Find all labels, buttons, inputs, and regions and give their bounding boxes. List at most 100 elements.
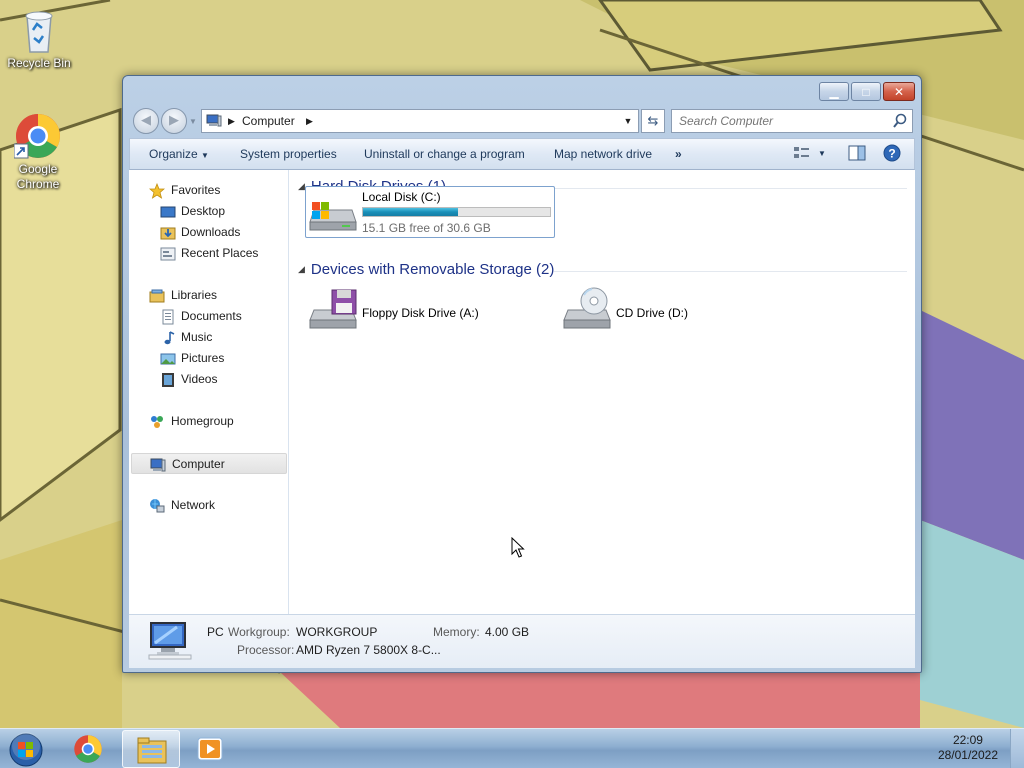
disk-usage-fill: [363, 208, 459, 216]
forward-arrow-icon: ▶: [169, 112, 179, 127]
close-button[interactable]: ✕: [883, 82, 915, 101]
nav-label: Videos: [181, 372, 218, 386]
collapse-arrow-icon[interactable]: ◢: [298, 181, 305, 191]
organize-button[interactable]: Organize ▼: [149, 147, 209, 161]
collapse-arrow-icon[interactable]: ◢: [298, 264, 305, 274]
refresh-button[interactable]: ⇆: [641, 109, 665, 133]
breadcrumb-arrow-icon[interactable]: ▶: [228, 116, 235, 127]
back-arrow-icon: ◀: [141, 112, 151, 127]
command-bar: Organize ▼ System properties Uninstall o…: [129, 138, 915, 170]
navigation-pane: Favorites Desktop Downloads Recent Place…: [129, 170, 289, 614]
computer-monitor-icon: [148, 622, 192, 660]
recycle-bin-icon: [15, 6, 63, 54]
mouse-cursor-icon: [511, 537, 525, 558]
nav-item-libraries[interactable]: Libraries: [129, 285, 289, 306]
downloads-folder-icon: [160, 227, 176, 240]
nav-label: Homegroup: [171, 414, 234, 428]
start-button[interactable]: [0, 730, 52, 768]
clock-date: 28/01/2022: [937, 748, 998, 762]
address-bar[interactable]: ▶ Computer ▶ ▼: [201, 109, 639, 133]
nav-item-desktop[interactable]: Desktop: [129, 201, 289, 222]
taskbar: 22:09 28/01/2022: [0, 728, 1024, 768]
nav-label: Recent Places: [181, 246, 259, 260]
computer-icon: [206, 114, 222, 127]
more-commands-button[interactable]: »: [675, 147, 682, 161]
system-properties-button[interactable]: System properties: [240, 147, 337, 161]
close-icon: ✕: [893, 84, 905, 99]
workgroup-label: Workgroup:: [228, 625, 290, 639]
nav-item-documents[interactable]: Documents: [129, 306, 289, 327]
processor-label: Processor:: [237, 643, 295, 657]
nav-label: Documents: [181, 309, 242, 323]
chevron-down-icon: ▼: [623, 116, 633, 126]
nav-label: Downloads: [181, 225, 241, 239]
nav-item-recent-places[interactable]: Recent Places: [129, 243, 289, 264]
nav-item-downloads[interactable]: Downloads: [129, 222, 289, 243]
media-player-icon: [197, 737, 223, 761]
back-button[interactable]: ◀: [133, 108, 159, 134]
folder-icon: [137, 737, 167, 764]
nav-item-videos[interactable]: Videos: [129, 369, 289, 390]
show-desktop-button[interactable]: [1010, 729, 1024, 768]
search-input[interactable]: [672, 110, 882, 132]
windows-start-orb-icon: [9, 732, 43, 767]
network-icon: [150, 499, 165, 513]
address-location[interactable]: Computer: [242, 114, 295, 128]
taskbar-explorer-button[interactable]: [122, 730, 180, 768]
explorer-window: ▁ □ ✕ ◀ ▶ ▼ ▶ Computer ▶ ▼ ⇆ Orga: [122, 75, 922, 673]
forward-button[interactable]: ▶: [161, 108, 187, 134]
nav-item-network[interactable]: Network: [129, 495, 289, 516]
workgroup-value: WORKGROUP: [296, 625, 378, 639]
nav-label: Favorites: [171, 183, 221, 197]
nav-item-favorites[interactable]: Favorites: [129, 180, 289, 201]
desktop-icon: [160, 206, 176, 218]
music-icon: [164, 331, 175, 345]
view-options-dropdown-icon[interactable]: ▼: [818, 149, 826, 158]
nav-item-pictures[interactable]: Pictures: [129, 348, 289, 369]
memory-label: Memory:: [433, 625, 480, 639]
nav-item-homegroup[interactable]: Homegroup: [129, 411, 289, 432]
desktop-icon-recycle-bin[interactable]: Recycle Bin: [1, 6, 77, 71]
preview-pane-icon[interactable]: [848, 145, 866, 161]
desktop-icon-google-chrome[interactable]: Google Chrome: [0, 112, 76, 192]
svg-text:?: ?: [888, 147, 895, 161]
nav-item-music[interactable]: Music: [129, 327, 289, 348]
caption-buttons: ▁ □ ✕: [817, 82, 915, 101]
address-history-dropdown[interactable]: ▼: [620, 110, 636, 132]
maximize-button[interactable]: □: [851, 82, 881, 101]
maximize-icon: □: [862, 84, 870, 99]
main-pane: ◢Hard Disk Drives (1) Local Disk (C:) 15…: [290, 170, 915, 614]
minimize-button[interactable]: ▁: [819, 82, 849, 101]
nav-label: Music: [181, 330, 213, 344]
taskbar-media-player-button[interactable]: [182, 730, 240, 768]
map-network-drive-button[interactable]: Map network drive: [554, 147, 652, 161]
nav-item-computer[interactable]: Computer: [131, 453, 287, 474]
group-header-removable-storage[interactable]: ◢ Devices with Removable Storage (2): [298, 261, 554, 278]
nav-label: Libraries: [171, 288, 218, 302]
chrome-icon: [74, 735, 102, 763]
drive-name: CD Drive (D:): [616, 306, 688, 320]
chevron-down-icon: ▼: [201, 151, 209, 160]
clock-time: 22:09: [952, 733, 983, 747]
cd-drive-icon: [563, 287, 611, 329]
libraries-icon: [149, 289, 165, 303]
search-box[interactable]: [671, 109, 913, 133]
taskbar-chrome-button[interactable]: [60, 730, 118, 768]
change-view-icon[interactable]: [793, 145, 811, 161]
details-pane: PC Workgroup: WORKGROUP Memory: 4.00 GB …: [129, 614, 915, 668]
memory-value: 4.00 GB: [485, 625, 530, 639]
pictures-icon: [160, 353, 176, 365]
breadcrumb-arrow-icon[interactable]: ▶: [306, 116, 313, 127]
videos-icon: [162, 373, 174, 387]
homegroup-icon: [151, 416, 163, 428]
system-clock[interactable]: 22:09 28/01/2022: [938, 733, 998, 763]
search-icon[interactable]: [893, 113, 907, 129]
recent-pages-dropdown-icon[interactable]: ▼: [189, 117, 197, 126]
floppy-drive-icon: [309, 289, 357, 329]
nav-label: Pictures: [181, 351, 225, 365]
hard-disk-icon: [309, 202, 357, 231]
help-icon[interactable]: ?: [883, 144, 901, 162]
uninstall-program-button[interactable]: Uninstall or change a program: [364, 147, 525, 161]
drive-free-space: 15.1 GB free of 30.6 GB: [362, 221, 491, 235]
navigation-row: ◀ ▶ ▼ ▶ Computer ▶ ▼ ⇆: [129, 106, 915, 134]
